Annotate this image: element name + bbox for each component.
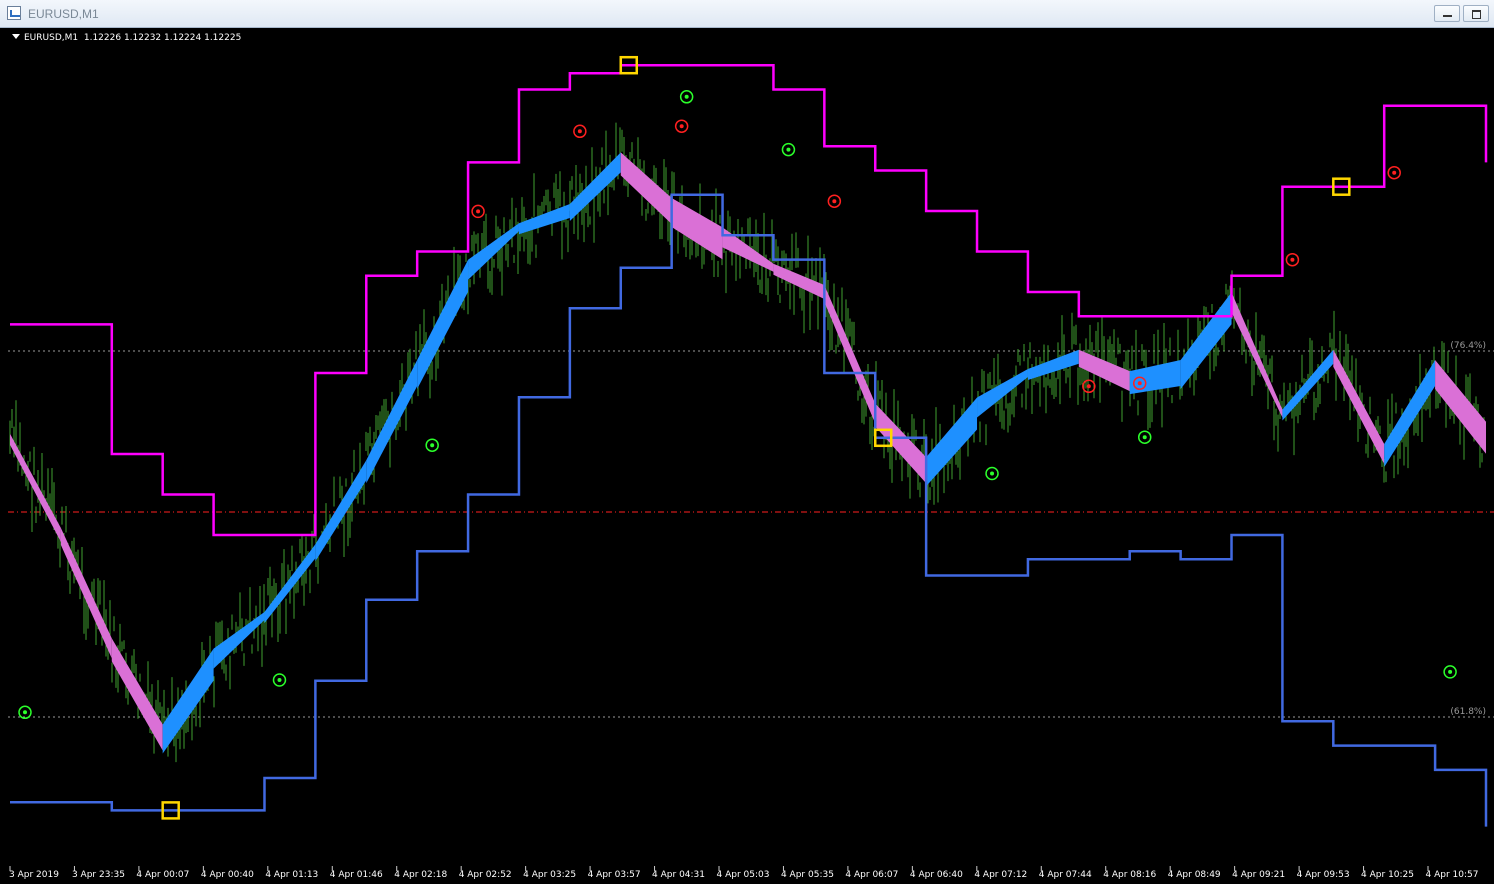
x-axis-tick-label: 4 Apr 10:25 [1361,870,1414,880]
x-axis-tick-label: 4 Apr 02:52 [459,870,512,880]
chart-window-icon [7,6,21,20]
x-axis-tick-label: 4 Apr 00:40 [201,870,254,880]
symbol-label: EURUSD,M1 [24,33,79,43]
x-axis-tick-label: 4 Apr 07:12 [974,870,1027,880]
upper-channel-line [10,63,1488,537]
x-axis-tick-label: 4 Apr 08:16 [1103,870,1156,880]
bear-ribbon-segment [10,433,61,542]
x-axis-tick-label: 4 Apr 08:49 [1168,870,1221,880]
chevron-down-icon[interactable] [12,34,20,39]
x-axis-tick-label: 4 Apr 09:21 [1232,870,1285,880]
minimize-button[interactable] [1434,5,1460,22]
x-axis-tick-label: 4 Apr 06:07 [845,870,898,880]
bear-ribbon-segment [111,638,163,751]
bear-ribbon-segment [824,285,876,424]
bull-ribbon-segment [468,223,519,280]
bull-ribbon-segment [264,544,316,623]
x-axis-tick-label: 4 Apr 00:07 [136,870,189,880]
bear-ribbon-segment [1333,349,1385,464]
bear-ribbon-segment [1231,292,1283,418]
x-axis-tick-label: 4 Apr 01:46 [330,870,383,880]
bull-ribbon-segment [366,360,418,484]
x-axis-tick-label: 4 Apr 04:31 [652,870,705,880]
x-axis-tick-label: 4 Apr 09:53 [1297,870,1350,880]
price-bars [9,122,1485,763]
bull-ribbon-segment [315,460,367,562]
x-axis-tick-label: 4 Apr 05:35 [781,870,834,880]
chart-symbol-info[interactable]: EURUSD,M1 1.12226 1.12232 1.12224 1.1222… [12,33,241,43]
lower-channel-line [10,193,1488,827]
x-axis-tick-label: 4 Apr 10:57 [1426,870,1479,880]
bull-ribbon-segment [569,152,621,221]
x-axis-tick-label: 4 Apr 03:57 [588,870,641,880]
x-axis-tick-label: 3 Apr 2019 [9,870,59,880]
x-axis-tick-label: 4 Apr 05:03 [717,870,770,880]
bull-ribbon-segment [417,259,469,389]
fib-level-label: (61.8%) [1450,707,1486,717]
chart-area[interactable]: (76.4%) (61.8%) 3 Apr 2019 3 Apr 23:35 4 Apr… [8,29,1494,884]
x-axis-tick-label: 4 Apr 01:13 [265,870,318,880]
x-axis-tick-label: 4 Apr 06:40 [910,870,963,880]
fib-level-label: (76.4%) [1450,341,1486,351]
bull-ribbon-segment [162,648,214,754]
bull-ribbon-segment [213,612,265,669]
window-titlebar: EURUSD,M1 [0,0,1494,28]
restore-button[interactable] [1463,5,1489,22]
x-axis-tick-label: 4 Apr 03:25 [523,870,576,880]
bear-ribbon-segment [875,403,927,484]
price-chart[interactable]: (76.4%) (61.8%) 3 Apr 2019 3 Apr 23:35 4 Apr… [8,29,1494,884]
window-title: EURUSD,M1 [28,7,99,21]
bear-ribbon-segment [773,263,825,299]
bear-ribbon-segment [671,198,723,260]
x-axis-tick-label: 3 Apr 23:35 [72,870,125,880]
quote-prices: 1.12226 1.12232 1.12224 1.12225 [83,33,242,43]
x-axis-tick-label: 4 Apr 02:18 [394,870,447,880]
x-axis-tick-label: 4 Apr 07:44 [1039,870,1092,880]
